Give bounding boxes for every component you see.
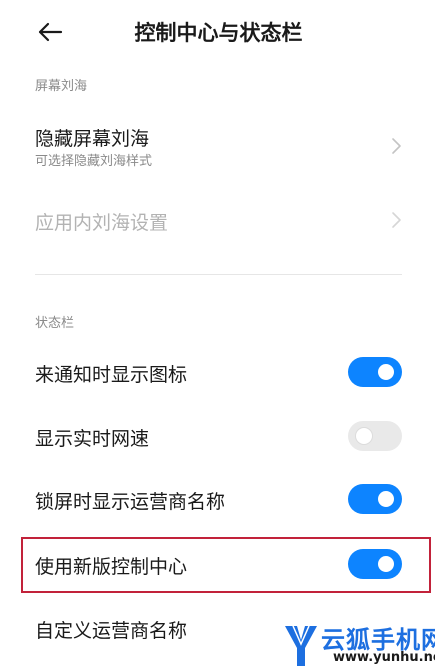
- notification-icon-title: 来通知时显示图标: [35, 364, 188, 386]
- hide-notch-row[interactable]: 隐藏屏幕刘海 可选择隐藏刘海样式: [0, 112, 435, 176]
- lockscreen-carrier-row[interactable]: 锁屏时显示运营商名称: [0, 475, 435, 525]
- highlight-box: [21, 537, 431, 593]
- lockscreen-carrier-toggle[interactable]: [348, 484, 402, 514]
- fox-logo-icon: [285, 625, 317, 666]
- chevron-right-icon: [392, 212, 401, 228]
- toggle-knob: [378, 491, 394, 507]
- in-app-notch-title: 应用内刘海设置: [35, 212, 169, 234]
- watermark-url: www.yunhu.net: [333, 650, 435, 665]
- toggle-knob: [356, 428, 372, 444]
- network-speed-toggle[interactable]: [348, 421, 402, 451]
- section-label-status-bar: 状态栏: [35, 316, 75, 331]
- header-bar: 控制中心与状态栏: [0, 0, 435, 62]
- hide-notch-subtitle: 可选择隐藏刘海样式: [35, 154, 153, 169]
- custom-carrier-title: 自定义运营商名称: [35, 620, 188, 642]
- watermark: 云狐手机网 www.yunhu.net: [283, 618, 435, 670]
- hide-notch-title: 隐藏屏幕刘海: [35, 128, 150, 150]
- toggle-knob: [378, 364, 394, 380]
- page-title: 控制中心与状态栏: [134, 21, 303, 45]
- network-speed-row[interactable]: 显示实时网速: [0, 412, 435, 462]
- network-speed-title: 显示实时网速: [35, 428, 150, 450]
- notification-icon-toggle[interactable]: [348, 357, 402, 387]
- section-label-notch: 屏幕刘海: [35, 79, 88, 94]
- chevron-right-icon: [392, 138, 401, 154]
- section-divider: [35, 274, 402, 275]
- in-app-notch-row[interactable]: 应用内刘海设置: [0, 196, 435, 246]
- lockscreen-carrier-title: 锁屏时显示运营商名称: [35, 491, 226, 513]
- notification-icon-row[interactable]: 来通知时显示图标: [0, 348, 435, 398]
